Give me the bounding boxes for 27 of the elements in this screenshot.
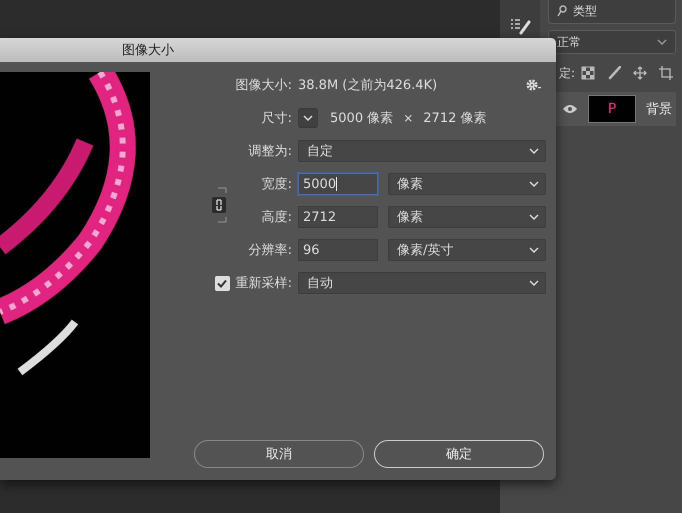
width-pixels: 5000 像素 — [330, 110, 394, 127]
lock-label: 定: — [559, 64, 576, 82]
input-field[interactable]: 5000 — [298, 173, 378, 195]
blend-mode-dropdown[interactable]: 正常 — [548, 30, 676, 54]
layer-filter-field[interactable]: 类型 — [548, 0, 676, 24]
times-sign: × — [403, 111, 414, 125]
unit-dropdown[interactable]: 像素 — [388, 206, 546, 228]
height-pixels: 2712 像素 — [423, 110, 486, 127]
layer-name: 背景 — [646, 101, 672, 118]
resample-dropdown[interactable]: 自动 — [298, 272, 546, 294]
input-field[interactable]: 2712 — [298, 206, 378, 228]
image-size-label: 图像大小: — [234, 77, 292, 94]
image-size-value: 38.8M (之前为426.4K) — [298, 77, 438, 94]
fit-to-dropdown[interactable]: 自定 — [298, 140, 546, 162]
cancel-button[interactable]: 取消 — [194, 440, 364, 468]
layer-thumbnail: P — [588, 95, 636, 123]
input-field[interactable]: 96 — [298, 239, 378, 261]
field-label: 高度: — [260, 209, 292, 226]
unit-dropdown[interactable]: 像素/英寸 — [388, 239, 546, 261]
ok-button[interactable]: 确定 — [374, 440, 544, 468]
unit-dropdown[interactable]: 像素 — [388, 173, 546, 195]
dialog-title: 图像大小 — [122, 42, 174, 59]
resample-label: 重新采样: — [236, 275, 292, 292]
dimensions-label: 尺寸: — [260, 110, 292, 127]
fit-to-label: 调整为: — [248, 143, 292, 160]
field-label: 宽度: — [260, 176, 292, 193]
field-label: 分辨率: — [248, 242, 292, 259]
